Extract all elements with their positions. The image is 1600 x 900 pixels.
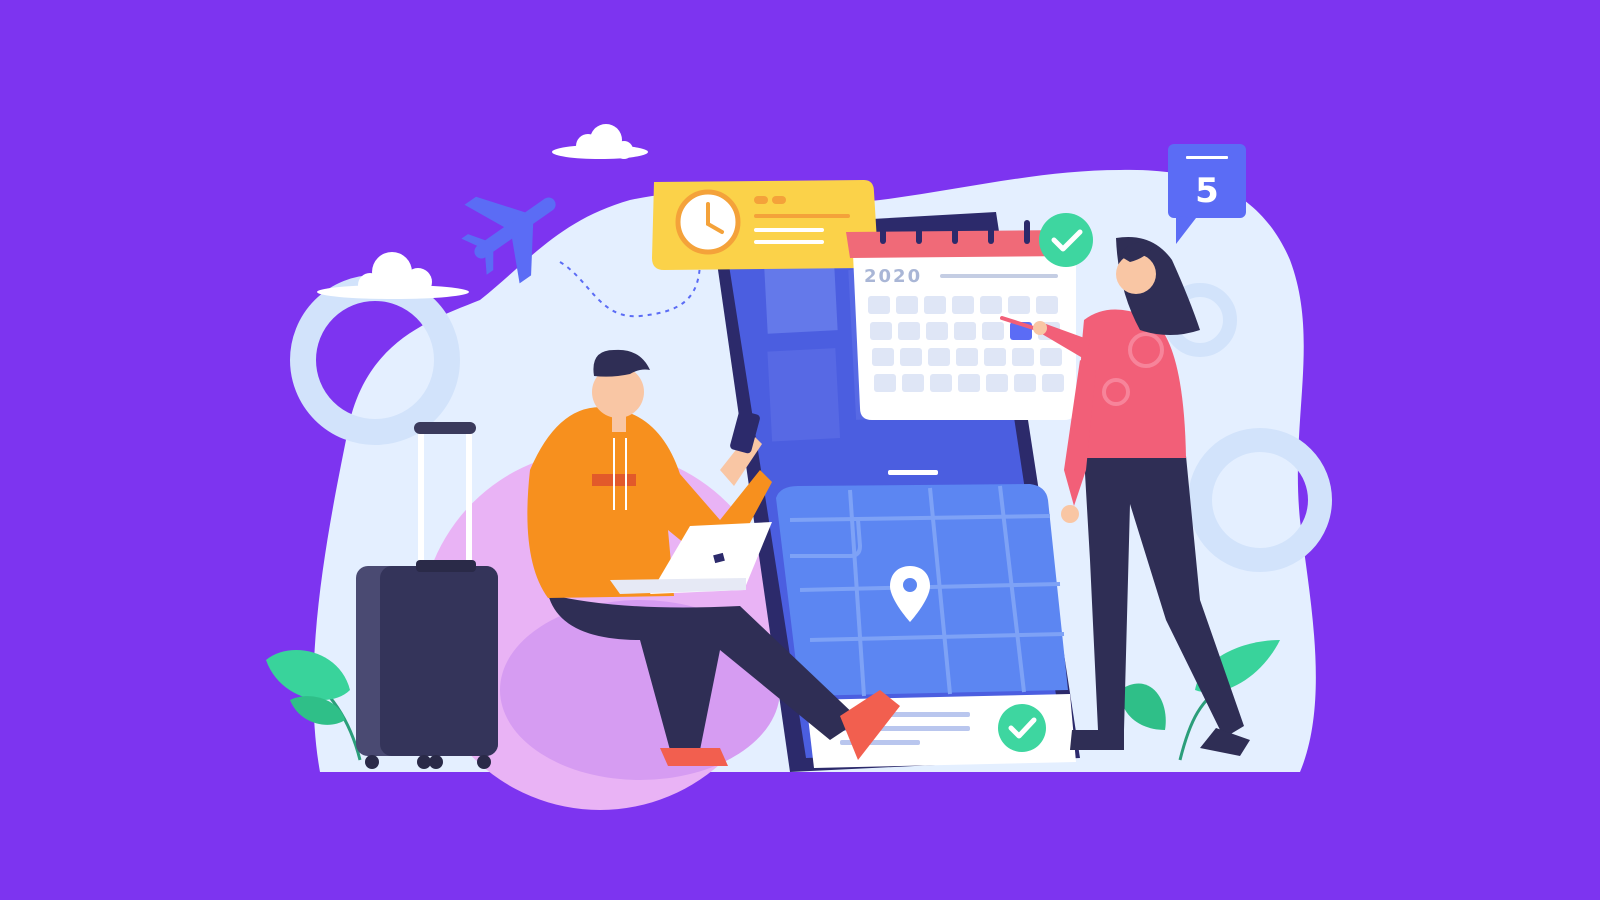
calendar-day bbox=[986, 374, 1008, 392]
calendar-year: 2020 bbox=[864, 266, 922, 287]
calendar-day bbox=[984, 348, 1006, 366]
calendar-day bbox=[980, 296, 1002, 314]
calendar-day bbox=[868, 296, 890, 314]
calendar-day bbox=[954, 322, 976, 340]
calendar-day bbox=[926, 322, 948, 340]
clock-card bbox=[652, 180, 878, 270]
calendar-day bbox=[898, 322, 920, 340]
calendar-day bbox=[1036, 296, 1058, 314]
calendar-day bbox=[870, 322, 892, 340]
check-icon bbox=[998, 704, 1046, 752]
calendar-day bbox=[982, 322, 1004, 340]
notification-count: 5 bbox=[1195, 171, 1219, 211]
calendar-day bbox=[930, 374, 952, 392]
calendar-day bbox=[1014, 374, 1036, 392]
calendar-day bbox=[900, 348, 922, 366]
travel-booking-illustration: 2020 5 bbox=[0, 0, 1600, 900]
calendar-day bbox=[874, 374, 896, 392]
check-icon bbox=[1039, 213, 1093, 267]
calendar-day bbox=[872, 348, 894, 366]
calendar-day bbox=[1042, 374, 1064, 392]
calendar-day bbox=[952, 296, 974, 314]
calendar-day bbox=[896, 296, 918, 314]
calendar-day bbox=[956, 348, 978, 366]
calendar-day bbox=[902, 374, 924, 392]
calendar-day bbox=[924, 296, 946, 314]
calendar-day bbox=[928, 348, 950, 366]
calendar-day bbox=[1040, 348, 1062, 366]
calendar-day bbox=[958, 374, 980, 392]
calendar-day bbox=[1012, 348, 1034, 366]
clock-icon bbox=[675, 189, 741, 255]
calendar-day bbox=[1008, 296, 1030, 314]
